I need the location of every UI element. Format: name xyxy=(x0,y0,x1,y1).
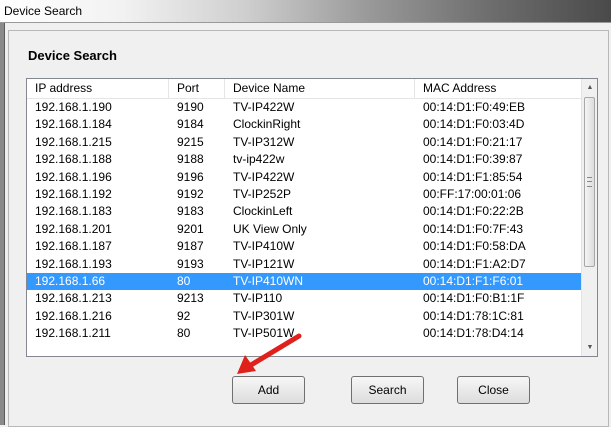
cell-device-name: TV-IP301W xyxy=(233,308,295,323)
cell-device-name: TV-IP422W xyxy=(233,100,295,114)
grip-icon xyxy=(587,177,592,187)
table-row[interactable]: 192.168.1.215 9215 TV-IP312W 00:14:D1:F0:21… xyxy=(27,134,581,151)
cell-mac: 00:14:D1:F1:A2:D7 xyxy=(423,256,526,271)
cell-port: 9215 xyxy=(177,134,204,149)
table-row[interactable]: 192.168.1.190 9190 TV-IP422W 00:14:D1:F0:49… xyxy=(27,99,581,116)
cell-port: 92 xyxy=(177,308,191,323)
cell-mac: 00:14:D1:F0:03:4D xyxy=(423,117,525,132)
column-header-device-name[interactable]: Device Name xyxy=(225,79,415,98)
cell-device-name: ClockinLeft xyxy=(233,204,293,219)
cell-ip: 192.168.1.188 xyxy=(35,152,112,167)
cell-ip: 192.168.1.192 xyxy=(35,186,112,201)
window-frame-left xyxy=(0,23,5,425)
cell-ip: 192.168.1.190 xyxy=(35,100,112,114)
cell-ip: 192.168.1.211 xyxy=(35,326,111,341)
cell-port: 9196 xyxy=(177,169,204,184)
cell-mac: 00:14:D1:F0:39:87 xyxy=(423,152,523,167)
cell-ip: 192.168.1.193 xyxy=(35,256,112,271)
table-row[interactable]: 192.168.1.193 9193 TV-IP121W 00:14:D1:F1:A2… xyxy=(27,256,581,273)
device-rows: 192.168.1.190 9190 TV-IP422W 00:14:D1:F0:49… xyxy=(27,99,581,342)
cell-port: 9187 xyxy=(177,239,204,254)
cell-ip: 192.168.1.213 xyxy=(35,291,112,306)
cell-port: 80 xyxy=(177,273,191,288)
scroll-up-arrow-icon[interactable]: ▲ xyxy=(582,79,597,96)
cell-port: 9190 xyxy=(177,100,204,114)
scroll-thumb[interactable] xyxy=(584,97,595,267)
cell-mac: 00:14:D1:F0:49:EB xyxy=(423,100,526,114)
vertical-scrollbar[interactable]: ▲ ▼ xyxy=(581,79,597,356)
cell-device-name: TV-IP501W xyxy=(233,326,295,341)
table-row[interactable]: 192.168.1.211 80 TV-IP501W 00:14:D1:78:D4:1… xyxy=(27,325,581,342)
cell-device-name: UK View Only xyxy=(233,221,307,236)
table-row[interactable]: 192.168.1.66 80 TV-IP410WN 00:14:D1:F1:F6:0… xyxy=(27,272,581,291)
cell-port: 9184 xyxy=(177,117,204,132)
table-row[interactable]: 192.168.1.213 9213 TV-IP110 00:14:D1:F0:B1:… xyxy=(27,290,581,307)
dialog-heading: Device Search xyxy=(28,48,117,63)
close-button[interactable]: Close xyxy=(457,376,530,404)
cell-mac: 00:14:D1:78:1C:81 xyxy=(423,308,524,323)
table-row[interactable]: 192.168.1.183 9183 ClockinLeft 00:14:D1:F0:… xyxy=(27,203,581,220)
cell-mac: 00:14:D1:78:D4:14 xyxy=(423,326,524,341)
table-row[interactable]: 192.168.1.196 9196 TV-IP422W 00:14:D1:F1:85… xyxy=(27,169,581,186)
cell-device-name: tv-ip422w xyxy=(233,152,285,167)
cell-ip: 192.168.1.216 xyxy=(35,308,112,323)
cell-device-name: ClockinRight xyxy=(233,117,301,132)
cell-mac: 00:14:D1:F0:B1:1F xyxy=(423,291,525,306)
cell-port: 80 xyxy=(177,326,191,341)
add-button[interactable]: Add xyxy=(232,376,305,404)
cell-mac: 00:14:D1:F0:21:17 xyxy=(423,134,523,149)
cell-ip: 192.168.1.184 xyxy=(35,117,112,132)
cell-port: 9192 xyxy=(177,186,204,201)
cell-port: 9188 xyxy=(177,152,204,167)
cell-ip: 192.168.1.215 xyxy=(35,134,112,149)
window-title: Device Search xyxy=(4,4,83,18)
cell-mac: 00:14:D1:F1:85:54 xyxy=(423,169,523,184)
cell-device-name: TV-IP110 xyxy=(233,291,283,306)
device-list[interactable]: IP address Port Device Name MAC Address … xyxy=(26,78,598,357)
cell-port: 9193 xyxy=(177,256,204,271)
table-row[interactable]: 192.168.1.188 9188 tv-ip422w 00:14:D1:F0:39… xyxy=(27,151,581,168)
scroll-down-arrow-icon[interactable]: ▼ xyxy=(582,339,597,356)
cell-mac: 00:14:D1:F0:58:DA xyxy=(423,239,526,254)
column-header-mac[interactable]: MAC Address xyxy=(415,79,581,98)
cell-mac: 00:14:D1:F0:7F:43 xyxy=(423,221,524,236)
cell-device-name: TV-IP422W xyxy=(233,169,295,184)
table-row[interactable]: 192.168.1.184 9184 ClockinRight 00:14:D1:F0… xyxy=(27,116,581,133)
cell-device-name: TV-IP312W xyxy=(233,134,295,149)
cell-device-name: TV-IP410W xyxy=(233,239,295,254)
cell-ip: 192.168.1.196 xyxy=(35,169,112,184)
search-button[interactable]: Search xyxy=(351,376,424,404)
cell-ip: 192.168.1.66 xyxy=(35,273,106,288)
table-row[interactable]: 192.168.1.187 9187 TV-IP410W 00:14:D1:F0:58… xyxy=(27,238,581,255)
table-row[interactable]: 192.168.1.192 9192 TV-IP252P 00:FF:17:00:01… xyxy=(27,186,581,203)
cell-mac: 00:14:D1:F1:F6:01 xyxy=(423,273,524,288)
table-row[interactable]: 192.168.1.216 92 TV-IP301W 00:14:D1:78:1C:8… xyxy=(27,308,581,325)
cell-port: 9213 xyxy=(177,291,204,306)
cell-ip: 192.168.1.183 xyxy=(35,204,112,219)
cell-ip: 192.168.1.201 xyxy=(35,221,112,236)
column-header-ip[interactable]: IP address xyxy=(27,79,169,98)
cell-device-name: TV-IP252P xyxy=(233,186,292,201)
cell-port: 9201 xyxy=(177,221,204,236)
table-row[interactable]: 192.168.1.201 9201 UK View Only 00:14:D1:F0… xyxy=(27,221,581,238)
cell-port: 9183 xyxy=(177,204,204,219)
column-header-port[interactable]: Port xyxy=(169,79,225,98)
title-bar: Device Search xyxy=(0,0,611,23)
cell-ip: 192.168.1.187 xyxy=(35,239,112,254)
cell-mac: 00:14:D1:F0:22:2B xyxy=(423,204,524,219)
list-header: IP address Port Device Name MAC Address xyxy=(27,79,581,99)
cell-device-name: TV-IP121W xyxy=(233,256,295,271)
cell-device-name: TV-IP410WN xyxy=(233,273,304,288)
cell-mac: 00:FF:17:00:01:06 xyxy=(423,186,522,201)
